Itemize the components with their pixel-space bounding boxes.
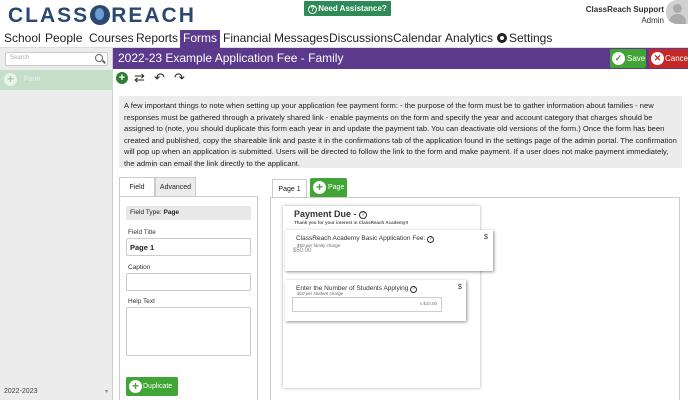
nav-item-people[interactable]: People: [45, 30, 82, 48]
nav-item-settings[interactable]: Settings: [497, 30, 552, 48]
add-page-label: Page: [328, 184, 345, 191]
nav-item-reports[interactable]: Reports: [136, 30, 178, 48]
nav-item-school[interactable]: School: [4, 30, 41, 48]
payment-item-student-count[interactable]: Enter the Number of Students Applying ? …: [285, 280, 466, 321]
info-panel: A few important things to note when sett…: [119, 96, 682, 168]
item-subtext: $10 per student charge: [297, 291, 344, 296]
payment-title-text: Payment Due -: [294, 209, 357, 219]
field-type-label: Field Type:: [130, 209, 162, 216]
save-button[interactable]: ✓ Save: [610, 49, 646, 68]
close-icon: ✕: [651, 52, 664, 65]
field-title-label: Field Title: [128, 229, 156, 236]
add-page-button[interactable]: + Page: [310, 178, 347, 198]
globe-icon: [90, 5, 111, 25]
shuffle-icon[interactable]: ⇄: [134, 70, 145, 86]
save-label: Save: [627, 54, 646, 63]
help-text-label: Help Text: [128, 298, 155, 305]
user-role: Admin: [641, 16, 664, 25]
main-nav: School People Courses Reports Forms Fina…: [0, 30, 688, 48]
need-assistance-label: Need Assistance?: [318, 4, 387, 13]
nav-item-messages[interactable]: Messages: [274, 30, 329, 48]
cancel-button[interactable]: ✕ Cancel: [649, 49, 688, 68]
plus-icon: +: [4, 73, 17, 86]
redo-icon[interactable]: ↷: [174, 70, 185, 86]
nav-item-discussions[interactable]: Discussions: [329, 30, 393, 48]
search-input[interactable]: Search: [5, 52, 108, 66]
question-icon: ?: [410, 286, 418, 293]
item-label: ClassReach Academy Basic Application Fee…: [296, 235, 435, 243]
search-icon[interactable]: [95, 54, 103, 62]
multiplier-text: x $10.00: [419, 301, 437, 306]
nav-item-calendar[interactable]: Calendar: [393, 30, 442, 48]
check-icon: ✓: [612, 52, 625, 65]
undo-icon[interactable]: ↶: [154, 70, 165, 86]
payment-item-application-fee[interactable]: ClassReach Academy Basic Application Fee…: [285, 230, 493, 271]
caption-input[interactable]: [126, 273, 251, 291]
avatar[interactable]: [666, 0, 688, 24]
tab-page-1[interactable]: Page 1: [272, 179, 307, 198]
question-icon: ?: [427, 236, 435, 243]
chevron-down-icon: ▾: [104, 389, 108, 395]
year-selector[interactable]: 2022-2023 ▾: [4, 386, 108, 398]
field-type-value: Page: [163, 209, 180, 216]
duplicate-label: Duplicate: [143, 383, 173, 390]
add-icon[interactable]: +: [116, 72, 128, 84]
dollar-icon: $: [458, 284, 462, 291]
nav-settings-label: Settings: [509, 31, 553, 45]
item-amount: $50.00: [293, 248, 312, 254]
classreach-logo[interactable]: CLASS REACH: [8, 4, 196, 28]
need-assistance-button[interactable]: ? Need Assistance?: [304, 1, 391, 16]
tab-advanced[interactable]: Advanced: [155, 177, 196, 197]
plus-icon: +: [313, 181, 326, 194]
sidebar-item-label: Form: [24, 76, 41, 83]
item1-label-text: ClassReach Academy Basic Application Fee…: [296, 235, 426, 242]
dollar-icon: $: [484, 234, 488, 241]
nav-item-forms[interactable]: Forms: [180, 30, 220, 48]
user-name[interactable]: ClassReach Support: [586, 5, 664, 14]
help-text-input[interactable]: [126, 307, 251, 356]
year-selector-value: 2022-2023: [4, 388, 38, 395]
gear-icon: [497, 33, 507, 43]
plus-icon: +: [129, 380, 142, 393]
cancel-label: Cancel: [665, 54, 688, 63]
payment-title[interactable]: Payment Due - ?: [294, 209, 368, 219]
nav-item-financial[interactable]: Financial: [223, 30, 271, 48]
form-titlebar: 2022-23 Example Application Fee - Family…: [113, 48, 688, 69]
question-icon: ?: [359, 211, 368, 219]
payment-subtitle: Thank you for your interest in ClassReac…: [294, 220, 409, 225]
page-title: 2022-23 Example Application Fee - Family: [118, 51, 344, 65]
search-placeholder: Search: [10, 55, 30, 61]
form-toolbar: + ⇄ ↶ ↷: [113, 69, 688, 87]
caption-label: Caption: [128, 264, 151, 271]
tab-field[interactable]: Field: [119, 177, 155, 197]
sidebar: Search + Form 2022-2023 ▾: [0, 48, 113, 400]
nav-item-courses[interactable]: Courses: [89, 30, 134, 48]
student-count-input[interactable]: x $10.00: [292, 297, 442, 312]
sidebar-item-form[interactable]: + Form: [0, 70, 113, 90]
nav-item-analytics[interactable]: Analytics: [445, 30, 493, 48]
top-header: CLASS REACH ? Need Assistance? ClassReach …: [0, 0, 688, 30]
field-title-input[interactable]: Page 1: [126, 238, 251, 256]
duplicate-button[interactable]: + Duplicate: [126, 377, 178, 396]
question-icon: ?: [308, 5, 318, 14]
field-type: Field Type: Page: [126, 206, 251, 220]
field-settings-panel: Field Type: Page Field Title Page 1 Capt…: [119, 196, 258, 400]
